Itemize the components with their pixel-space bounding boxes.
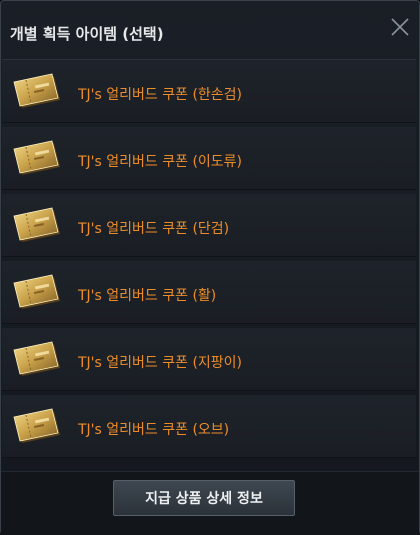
close-icon[interactable] <box>390 17 410 37</box>
list-item[interactable]: TJ's 얼리버드 쿠폰 (한손검) <box>2 59 416 123</box>
coupon-icon <box>10 271 66 315</box>
item-label: TJ's 얼리버드 쿠폰 (지팡이) <box>78 355 243 371</box>
item-select-dialog: 개별 획득 아이템 (선택) TJ's 얼리버드 쿠폰 (한손검) TJ's 얼… <box>0 0 420 535</box>
coupon-icon <box>10 338 66 382</box>
coupon-icon <box>10 137 66 181</box>
item-list: TJ's 얼리버드 쿠폰 (한손검) TJ's 얼리버드 쿠폰 (이도류) TJ… <box>2 59 416 462</box>
coupon-icon <box>10 405 66 449</box>
item-label: TJ's 얼리버드 쿠폰 (활) <box>78 288 217 304</box>
coupon-icon <box>10 70 66 114</box>
list-item[interactable]: TJ's 얼리버드 쿠폰 (이도류) <box>2 127 416 190</box>
list-item[interactable]: TJ's 얼리버드 쿠폰 (단검) <box>2 194 416 257</box>
dialog-title: 개별 획득 아이템 (선택) <box>10 25 164 43</box>
list-item[interactable]: TJ's 얼리버드 쿠폰 (지팡이) <box>2 328 416 391</box>
item-label: TJ's 얼리버드 쿠폰 (오브) <box>78 422 230 438</box>
item-label: TJ's 얼리버드 쿠폰 (이도류) <box>78 154 243 170</box>
dialog-footer: 지급 상품 상세 정보 <box>1 471 419 535</box>
dialog-header: 개별 획득 아이템 (선택) <box>1 1 419 53</box>
list-item[interactable]: TJ's 얼리버드 쿠폰 (활) <box>2 261 416 324</box>
item-label: TJ's 얼리버드 쿠폰 (단검) <box>78 221 230 237</box>
coupon-icon <box>10 204 66 248</box>
list-item[interactable]: TJ's 얼리버드 쿠폰 (오브) <box>2 395 416 458</box>
reward-details-button[interactable]: 지급 상품 상세 정보 <box>113 480 295 516</box>
item-label: TJ's 얼리버드 쿠폰 (한손검) <box>78 87 243 103</box>
